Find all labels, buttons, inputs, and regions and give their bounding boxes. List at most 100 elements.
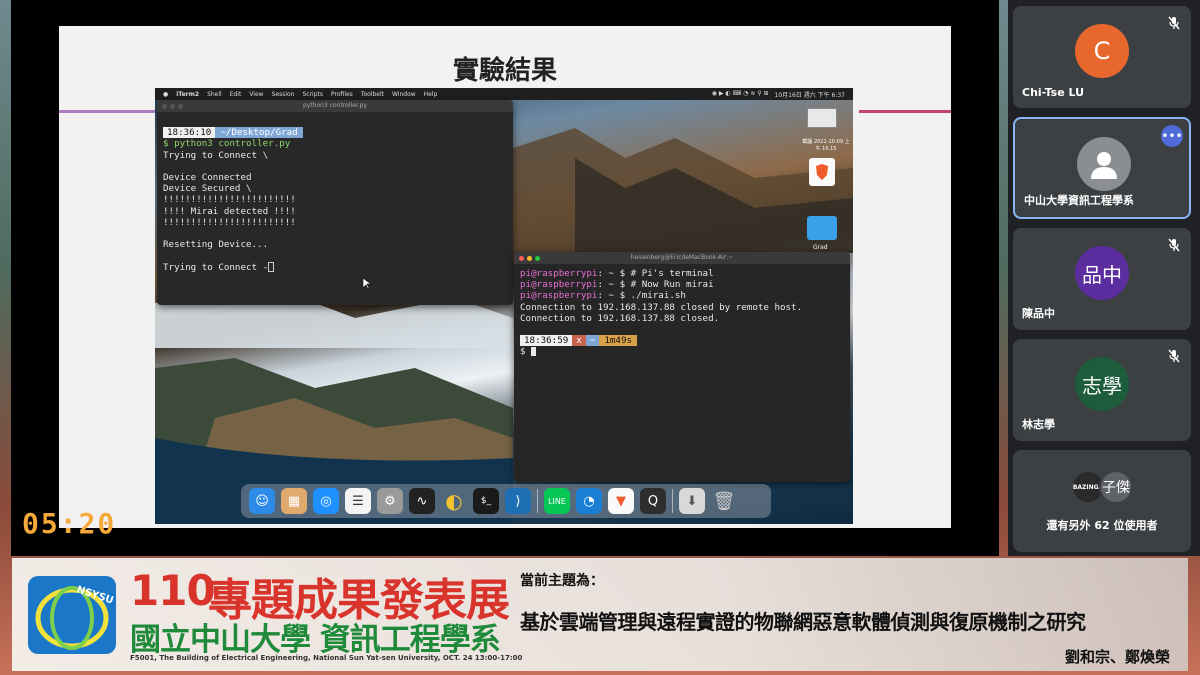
finder-icon[interactable]: ☺ [249,488,275,514]
shared-screen: 實驗結果 ● iTerm2 Shell Edit View Session Sc… [11,0,999,556]
downloads-icon[interactable]: ⬇ [679,488,705,514]
countdown-timer: 05:20 [22,507,117,540]
topic-authors: 劉和宗、鄭煥榮 [1064,648,1170,666]
menu-scripts[interactable]: Scripts [302,91,323,98]
terminal-raspberrypi[interactable]: heisenberg@EricdeMacBook-Air:~ pi@raspbe… [514,252,850,482]
prompt-dollar: $ [520,346,526,358]
launchpad-icon[interactable]: ▦ [281,488,307,514]
screenshot-file-icon[interactable] [807,108,837,128]
slide-title: 實驗結果 [452,56,557,86]
mouse-cursor-icon [363,278,371,290]
terminal-output: 18:36:10 ~/Desktop/Grad $ python3 control… [157,112,513,288]
participant-tile-active[interactable]: ••• 中山大學資訊工程學系 [1013,117,1191,219]
terminal-controller[interactable]: python3 controller.py 18:36:10 ~/Desktop/… [157,100,513,305]
participant-tile[interactable]: 志學 林志學 [1013,339,1191,441]
department-logo: NSYSU [28,576,116,654]
quicktime-icon[interactable]: Q [640,488,666,514]
menu-view[interactable]: View [249,91,263,98]
menu-window[interactable]: Window [392,91,416,98]
mac-menu-bar: ● iTerm2 Shell Edit View Session Scripts… [155,88,853,100]
menu-toolbelt[interactable]: Toolbelt [361,91,384,98]
terminal-title-bar[interactable]: python3 controller.py [157,100,513,112]
brave-icon[interactable] [809,158,835,186]
avatar: 子傑 [1099,470,1133,504]
terminal-title-bar[interactable]: heisenberg@EricdeMacBook-Air:~ [514,252,850,264]
screenshot-file-label: 截圖 2021-10-09 上午 10.15 [802,139,850,152]
avatar-placeholder-icon [1077,137,1131,191]
term-cmd: : ~ $ # Pi's terminal [597,268,714,279]
participant-name: 陳品中 [1022,307,1055,320]
status-icons[interactable]: ◉ ▶ ◐ ⌨ ◔ ≋ ⚲ ⊞ [712,90,769,99]
mac-screenshot: ● iTerm2 Shell Edit View Session Scripts… [155,88,853,524]
participant-tile[interactable]: C Chi-Tse LU [1013,6,1191,108]
prompt-status-x: x [572,335,586,347]
participant-panel: C Chi-Tse LU ••• 中山大學資訊工程學系 品中 陳品中 志學 林志… [1008,0,1200,556]
menu-profiles[interactable]: Profiles [331,91,353,98]
menu-edit[interactable]: Edit [230,91,242,98]
text-cursor [531,347,537,357]
avatar: C [1075,24,1129,78]
user-host: pi@raspberrypi [520,268,598,279]
term-line: Connection to 192.168.137.88 closed by r… [520,301,803,313]
settings-icon[interactable]: ⚙ [377,488,403,514]
participant-name: Chi-Tse LU [1022,86,1085,99]
term-cmd: : ~ $ # Now Run mirai [597,279,714,291]
term-line: !!!!!!!!!!!!!!!!!!!!!!!! [163,216,296,228]
more-options-icon[interactable]: ••• [1161,125,1183,147]
dock-separator [537,489,538,513]
safari-icon[interactable]: ◎ [313,488,339,514]
participant-name: 中山大學資訊工程學系 [1024,194,1134,207]
avatar: 品中 [1075,246,1129,300]
activity-monitor-icon[interactable]: ∿ [409,488,435,514]
term-line: Trying to Connect - [163,261,269,273]
vscode-icon[interactable]: ⟩ [505,488,531,514]
trash-icon[interactable]: 🗑 [711,488,737,514]
folder-label: Grad [813,244,828,251]
slide-accent-line-right [859,110,951,113]
others-avatars: BAZINGA 子傑 [1071,470,1133,504]
term-line: Device Secured \ [163,183,252,195]
line-icon[interactable]: LINE [544,488,570,514]
user-host: pi@raspberrypi [520,290,598,302]
menu-iterm2[interactable]: iTerm2 [176,91,199,98]
prompt-duration: 1m49s [599,335,638,347]
banner-school: 國立中山大學 資訊工程學系 [130,622,501,658]
apple-icon[interactable]: ● [163,91,168,98]
topic-title: 基於雲端管理與遠程實證的物聯網惡意軟體偵測與復原機制之研究 [520,610,1086,634]
term-line: Trying to Connect \ [163,149,269,161]
term-line: !!!! Mirai detected !!!! [163,205,296,217]
topic-label: 當前主題為： [520,573,604,589]
menu-shell[interactable]: Shell [207,91,222,98]
term-line: $ python3 controller.py [163,138,291,150]
others-tile[interactable]: BAZINGA 子傑 還有另外 62 位使用者 [1013,450,1191,552]
menu-session[interactable]: Session [272,91,295,98]
terminal-title: python3 controller.py [302,102,368,109]
prompt-time: 18:36:59 [520,335,573,347]
user-host: pi@raspberrypi [520,279,598,291]
banner-address: F5001, The Building of Electrical Engine… [130,654,523,662]
term-line: Connection to 192.168.137.88 closed. [520,312,720,324]
terminal-title: heisenberg@EricdeMacBook-Air:~ [630,254,734,261]
dock-separator [672,489,673,513]
brave-dock-icon[interactable]: ▼ [608,488,634,514]
menu-clock[interactable]: 10月16日 週六 下午 6:37 [775,90,845,99]
prompt-path: ~/Desktop/Grad [215,127,303,139]
mac-dock: ☺ ▦ ◎ ☰ ⚙ ∿ ◐ $_ ⟩ LINE ◔ ▼ Q ⬇ 🗑 [241,484,771,518]
mic-muted-icon [1168,238,1180,252]
menu-help[interactable]: Help [424,91,438,98]
term-line: Device Connected [163,172,252,184]
cyberduck-icon[interactable]: ◐ [441,488,467,514]
prompt-path: ~ [585,335,600,347]
reminders-icon[interactable]: ☰ [345,488,371,514]
prompt-time: 18:36:10 [163,127,216,139]
terminal-output: pi@raspberrypi: ~ $ # Pi's terminal pi@r… [514,264,850,362]
folder-icon[interactable] [807,216,837,240]
edge-icon[interactable]: ◔ [576,488,602,514]
slide-accent-line-left [59,110,157,113]
meeting-window: 實驗結果 ● iTerm2 Shell Edit View Session Sc… [0,0,1200,675]
term-line: Resetting Device... [163,239,269,251]
mic-muted-icon [1168,349,1180,363]
text-cursor [268,262,275,273]
participant-tile[interactable]: 品中 陳品中 [1013,228,1191,330]
iterm-icon[interactable]: $_ [473,488,499,514]
